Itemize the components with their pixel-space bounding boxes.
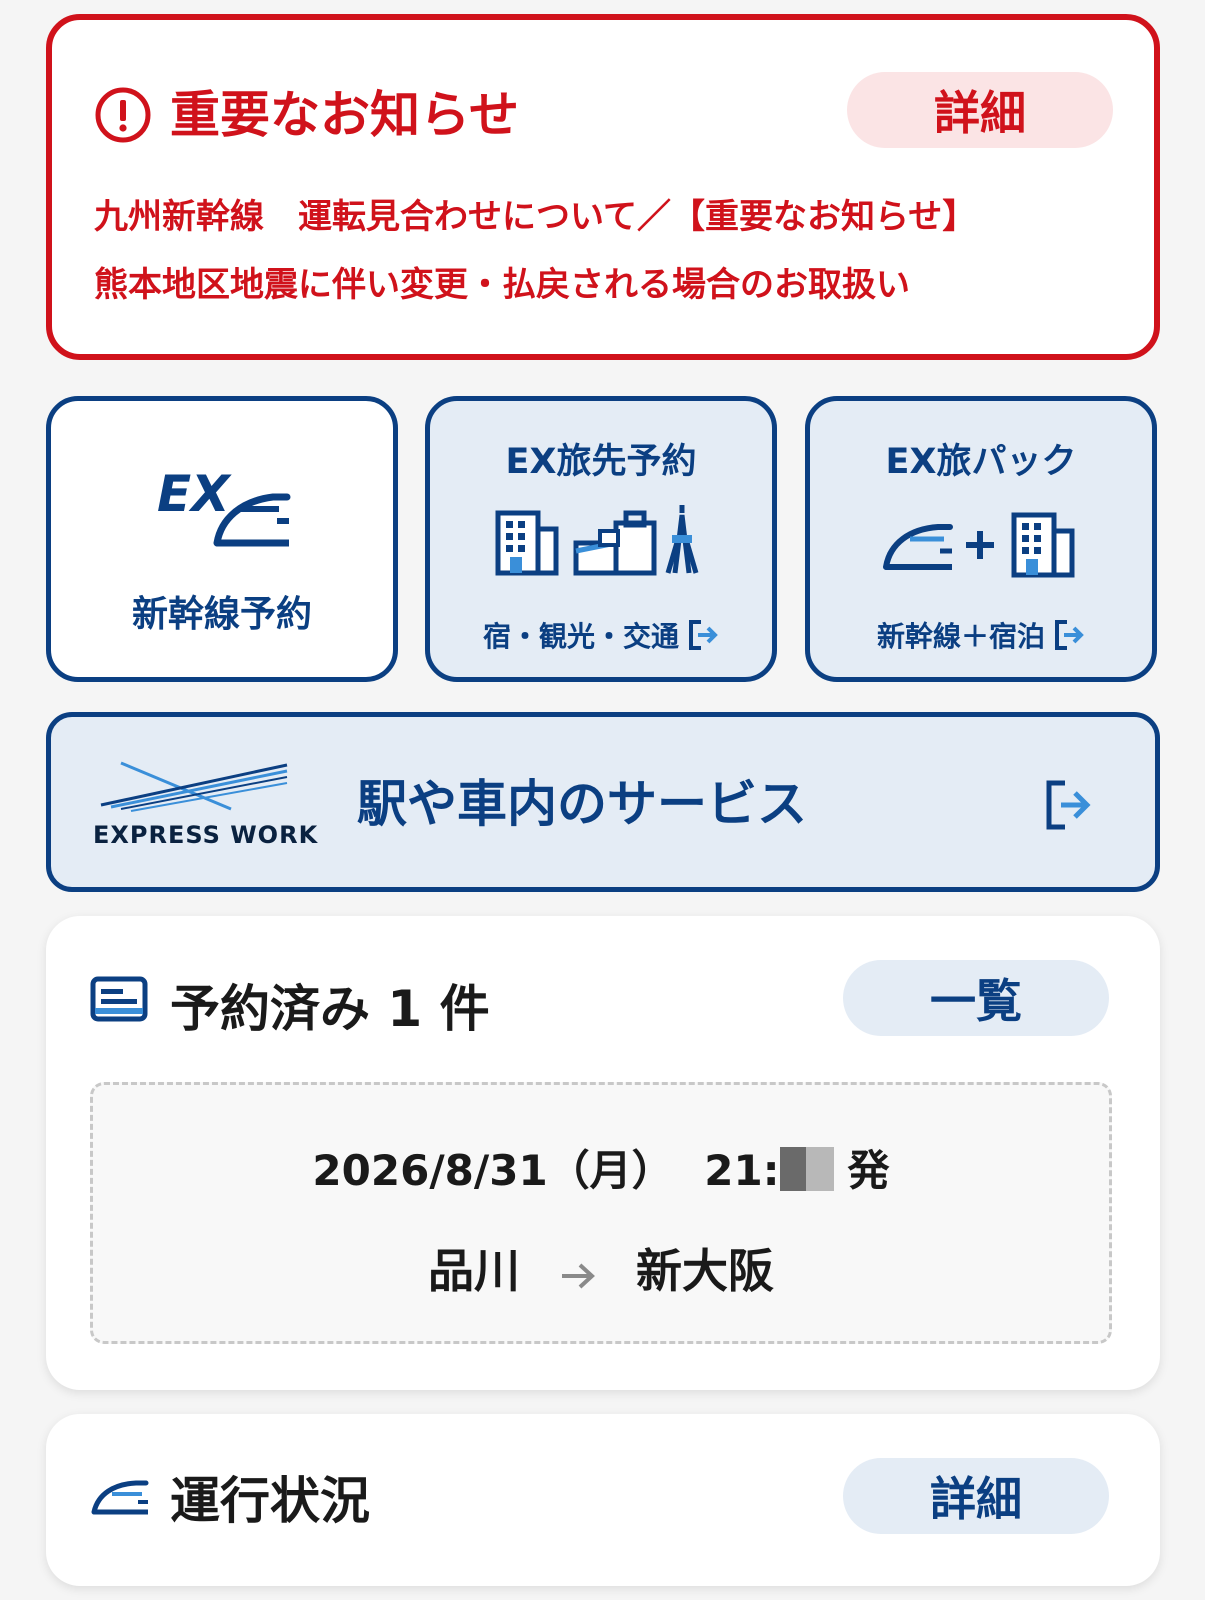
notice-link-kyushu-shinkansen[interactable]: 九州新幹線 運転見合わせについて／【重要なお知らせ】 — [94, 192, 976, 242]
ticket-icon — [90, 976, 148, 1022]
express-work-logo-text: EXPRESS WORK — [93, 821, 319, 849]
notice-detail-button[interactable]: 詳細 — [847, 72, 1113, 148]
station-onboard-services-banner[interactable]: EXPRESS WORK 駅や車内のサービス — [46, 712, 1160, 892]
reservations-title: 予約済み 1 件 — [170, 980, 490, 1038]
operation-status-detail-button[interactable]: 詳細 — [843, 1458, 1109, 1534]
reservation-time: 21: — [704, 1146, 780, 1195]
shinkansen-plus-hotel-icon — [883, 512, 1075, 578]
ex-logo-text: EX — [157, 465, 232, 523]
external-link-icon — [1055, 620, 1084, 650]
external-link-icon — [1046, 780, 1091, 830]
ex-tabisaki-subtitle: 宿・観光・交通 — [482, 620, 679, 653]
notice-link-kumamoto-earthquake[interactable]: 熊本地区地震に伴い変更・払戻される場合のお取扱い — [94, 260, 910, 310]
station-onboard-services-title: 駅や車内のサービス — [357, 775, 807, 833]
origin-station: 品川 — [428, 1244, 520, 1298]
hotel-sightseeing-transport-icon — [495, 505, 699, 576]
express-work-logo-icon — [100, 761, 288, 812]
ex-tabipack-tile[interactable]: EX旅パック 新幹線＋宿泊 — [805, 396, 1157, 682]
reservation-list-button[interactable]: 一覧 — [843, 960, 1109, 1036]
departure-label: 発 — [847, 1146, 890, 1195]
ex-tabipack-title: EX旅パック — [885, 442, 1077, 482]
ex-logo-icon: EX — [157, 465, 291, 547]
shinkansen-reservation-label: 新幹線予約 — [131, 594, 312, 635]
reservation-datetime: 2026/8/31（月） 21: 発 — [93, 1137, 1109, 1198]
ex-tabisaki-tile[interactable]: EX旅先予約 宿・観光・交通 — [425, 396, 777, 682]
destination-station: 新大阪 — [636, 1244, 774, 1298]
reservations-card: 予約済み 1 件 一覧 2026/8/31（月） 21: 発 品川 新大阪 — [46, 916, 1160, 1390]
reservation-date: 2026/8/31（月） — [312, 1146, 674, 1195]
shinkansen-reservation-tile[interactable]: EX 新幹線予約 — [46, 396, 398, 682]
masked-time-minutes — [779, 1147, 834, 1191]
external-link-icon — [689, 620, 718, 650]
operation-status-card: 運行状況 詳細 — [46, 1414, 1160, 1586]
alert-icon — [95, 87, 151, 143]
reservation-ticket[interactable]: 2026/8/31（月） 21: 発 品川 新大阪 — [90, 1082, 1112, 1344]
important-notice-card[interactable]: 重要なお知らせ 詳細 九州新幹線 運転見合わせについて／【重要なお知らせ】 熊本… — [46, 14, 1160, 360]
operation-status-title: 運行状況 — [170, 1472, 370, 1530]
notice-title: 重要なお知らせ — [170, 86, 519, 144]
arrow-right-icon — [562, 1263, 595, 1288]
ex-tabisaki-title: EX旅先予約 — [505, 442, 697, 482]
ex-tabipack-subtitle: 新幹線＋宿泊 — [876, 620, 1045, 653]
shinkansen-icon — [91, 1480, 149, 1515]
reservation-route: 品川 新大阪 — [93, 1235, 1109, 1302]
